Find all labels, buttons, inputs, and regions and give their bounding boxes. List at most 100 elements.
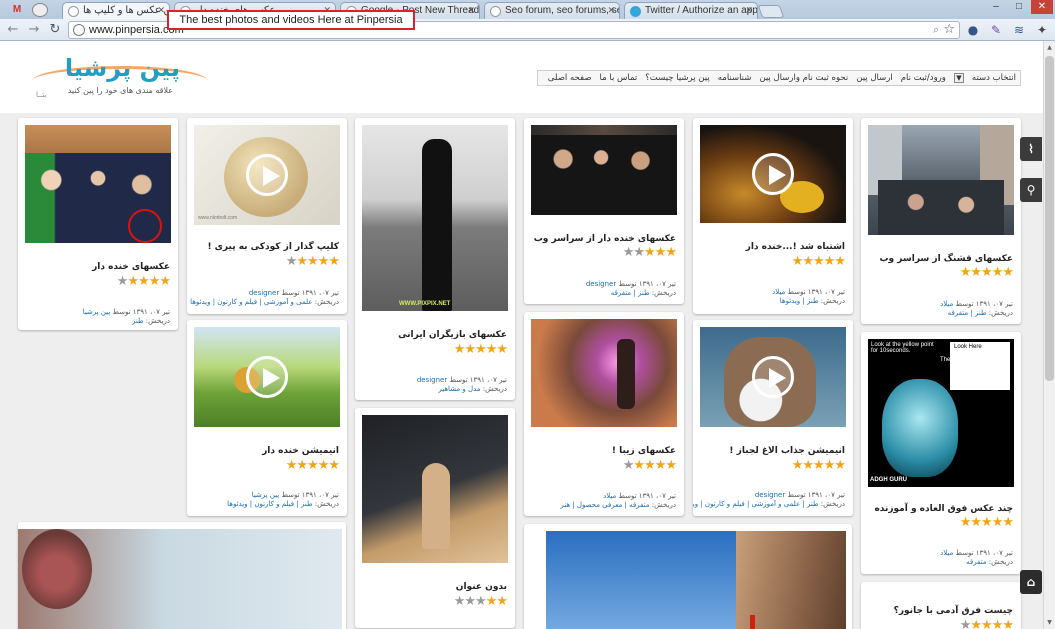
author-link[interactable]: designer <box>249 289 279 297</box>
star-icon[interactable]: ★ <box>644 458 656 473</box>
pin-title[interactable]: عکسهای خنده دار از سراسر وب <box>534 234 676 244</box>
category-link[interactable]: مدل و مشاهیر <box>438 385 480 393</box>
author-link[interactable]: designer <box>586 280 616 288</box>
nav-profile[interactable]: شناسنامه <box>718 73 752 83</box>
star-icon[interactable]: ★ <box>117 274 129 289</box>
star-icon[interactable]: ★ <box>138 274 150 289</box>
star-icon[interactable]: ★ <box>496 594 508 609</box>
star-icon[interactable]: ★ <box>296 458 308 473</box>
pin-card[interactable]: اشتباه شد !...خنده دار ★★★★★ تیر ۰۷، ۱۳۹… <box>693 118 853 314</box>
star-icon[interactable]: ★ <box>318 254 330 269</box>
nav-howto[interactable]: نحوه ثبت نام وارسال پین <box>759 73 848 83</box>
star-icon[interactable]: ★ <box>970 265 982 280</box>
pin-card[interactable] <box>18 522 346 629</box>
chevron-down-icon[interactable]: ▼ <box>953 73 964 83</box>
pin-rating[interactable]: ★★★★★ <box>792 254 846 269</box>
window-close-icon[interactable]: ✕ <box>1031 0 1053 14</box>
pin-title[interactable]: عکسهای بازیگران ایرانی <box>398 330 507 340</box>
star-icon[interactable]: ★ <box>286 254 298 269</box>
pin-card[interactable]: عکسهای خنده دار از سراسر وب ★★★★★ تیر ۰۷… <box>524 118 684 304</box>
star-icon[interactable]: ★ <box>633 458 645 473</box>
pin-thumbnail[interactable]: www.nlorbolt.com <box>194 125 340 225</box>
star-icon[interactable]: ★ <box>981 515 993 530</box>
star-icon[interactable]: ★ <box>496 342 508 357</box>
pin-title[interactable]: انیمیشن خنده دار <box>262 446 339 456</box>
star-icon[interactable]: ★ <box>802 254 814 269</box>
star-icon[interactable]: ★ <box>644 245 656 260</box>
pin-thumbnail[interactable] <box>18 529 342 629</box>
pin-card[interactable]: بدون عنوان ★★★★★ <box>355 408 515 628</box>
scrollbar-thumb[interactable] <box>1045 56 1054 381</box>
search-button[interactable]: ⚲ <box>1020 178 1042 202</box>
nav-send-pin[interactable]: ارسال پین <box>856 73 892 83</box>
pin-title[interactable]: اشتباه شد !...خنده دار <box>746 242 845 252</box>
pin-thumbnail[interactable] <box>700 327 846 427</box>
pin-card[interactable]: عکسهای خنده دار ★★★★★ تیر ۰۷، ۱۳۹۱ توسط … <box>18 118 178 330</box>
author-link[interactable]: میلاد <box>940 300 953 308</box>
category-link[interactable]: علمی و آموزشی | فیلم و کارتون | ویدئوها <box>190 298 312 306</box>
wrench-icon[interactable]: ✦ <box>1034 22 1050 38</box>
pin-card[interactable]: انیمیشن جذاب الاغ لجباز ! ★★★★★ تیر ۰۷، … <box>693 320 853 516</box>
star-icon[interactable]: ★ <box>623 458 635 473</box>
author-link[interactable]: پین پرشیا <box>252 491 280 499</box>
pin-thumbnail[interactable] <box>25 125 171 243</box>
star-icon[interactable]: ★ <box>792 458 804 473</box>
author-link[interactable]: پین پرشیا <box>83 308 111 316</box>
pin-thumbnail[interactable] <box>868 125 1014 235</box>
star-icon[interactable]: ★ <box>824 254 836 269</box>
author-link[interactable]: designer <box>755 491 785 499</box>
star-icon[interactable]: ★ <box>834 458 846 473</box>
pin-title[interactable]: بدون عنوان <box>456 582 507 592</box>
star-icon[interactable]: ★ <box>318 458 330 473</box>
category-link[interactable]: طنز | ویدئوها <box>780 297 819 305</box>
pin-card[interactable]: عکسهای قشنگ از سراسر وب ★★★★★ تیر ۰۷، ۱۳… <box>861 118 1021 324</box>
pin-thumbnail[interactable] <box>531 319 677 427</box>
maximize-icon[interactable]: □ <box>1008 0 1030 14</box>
star-icon[interactable]: ★ <box>960 265 972 280</box>
pin-rating[interactable]: ★★★★★ <box>623 245 677 260</box>
star-icon[interactable]: ★ <box>464 594 476 609</box>
nav-about[interactable]: پین پرشیا چیست؟ <box>645 73 709 83</box>
pin-thumbnail[interactable] <box>531 125 677 215</box>
pin-thumbnail[interactable] <box>700 125 846 223</box>
profile-icon[interactable]: ● <box>965 22 981 38</box>
scroll-up-icon[interactable]: ▲ <box>1044 42 1055 53</box>
star-icon[interactable]: ★ <box>475 342 487 357</box>
author-link[interactable]: designer <box>417 376 447 384</box>
scroll-top-button[interactable]: ⌂ <box>1020 570 1042 594</box>
category-link[interactable]: طنز | علمی و آموزشی | فیلم و کارتون | وی… <box>693 500 819 508</box>
star-icon[interactable]: ★ <box>286 458 298 473</box>
star-icon[interactable]: ★ <box>834 254 846 269</box>
pin-thumbnail[interactable] <box>362 415 508 563</box>
star-icon[interactable]: ★ <box>1002 515 1014 530</box>
star-icon[interactable]: ★ <box>992 515 1004 530</box>
star-icon[interactable]: ★ <box>159 274 171 289</box>
star-icon[interactable]: ★ <box>296 254 308 269</box>
pin-title[interactable]: عکسهای قشنگ از سراسر وب <box>880 254 1013 264</box>
star-icon[interactable]: ★ <box>665 245 677 260</box>
close-icon[interactable]: ✕ <box>157 5 165 16</box>
star-icon[interactable]: ★ <box>665 458 677 473</box>
star-icon[interactable]: ★ <box>454 342 466 357</box>
rss-button[interactable]: ⌇ <box>1020 137 1042 161</box>
play-icon[interactable] <box>752 356 794 398</box>
back-icon[interactable]: ← <box>6 23 20 37</box>
star-icon[interactable]: ★ <box>970 618 982 629</box>
play-icon[interactable] <box>752 153 794 195</box>
pin-thumbnail[interactable]: Look at the yellow point for 10seconds. … <box>868 339 1014 487</box>
star-icon[interactable]: ★ <box>475 594 487 609</box>
pin-title[interactable]: عکسهای زیبا ! <box>612 446 676 456</box>
pin-rating[interactable]: ★★★★★ <box>960 515 1014 530</box>
pin-rating[interactable]: ★★★★★ <box>792 458 846 473</box>
star-icon[interactable]: ☆ <box>943 22 955 37</box>
pin-card[interactable]: عکسهای زیبا ! ★★★★★ تیر ۰۷، ۱۳۹۱ توسط می… <box>524 312 684 516</box>
star-icon[interactable]: ★ <box>824 458 836 473</box>
star-icon[interactable]: ★ <box>307 458 319 473</box>
star-icon[interactable]: ★ <box>328 458 340 473</box>
pin-rating[interactable]: ★★★★★ <box>623 458 677 473</box>
nav-contact[interactable]: تماس با ما <box>600 73 638 83</box>
pin-card[interactable]: انیمیشن خنده دار ★★★★★ تیر ۰۷، ۱۳۹۱ توسط… <box>187 320 347 516</box>
star-icon[interactable]: ★ <box>454 594 466 609</box>
play-icon[interactable] <box>246 154 288 196</box>
star-icon[interactable]: ★ <box>813 458 825 473</box>
